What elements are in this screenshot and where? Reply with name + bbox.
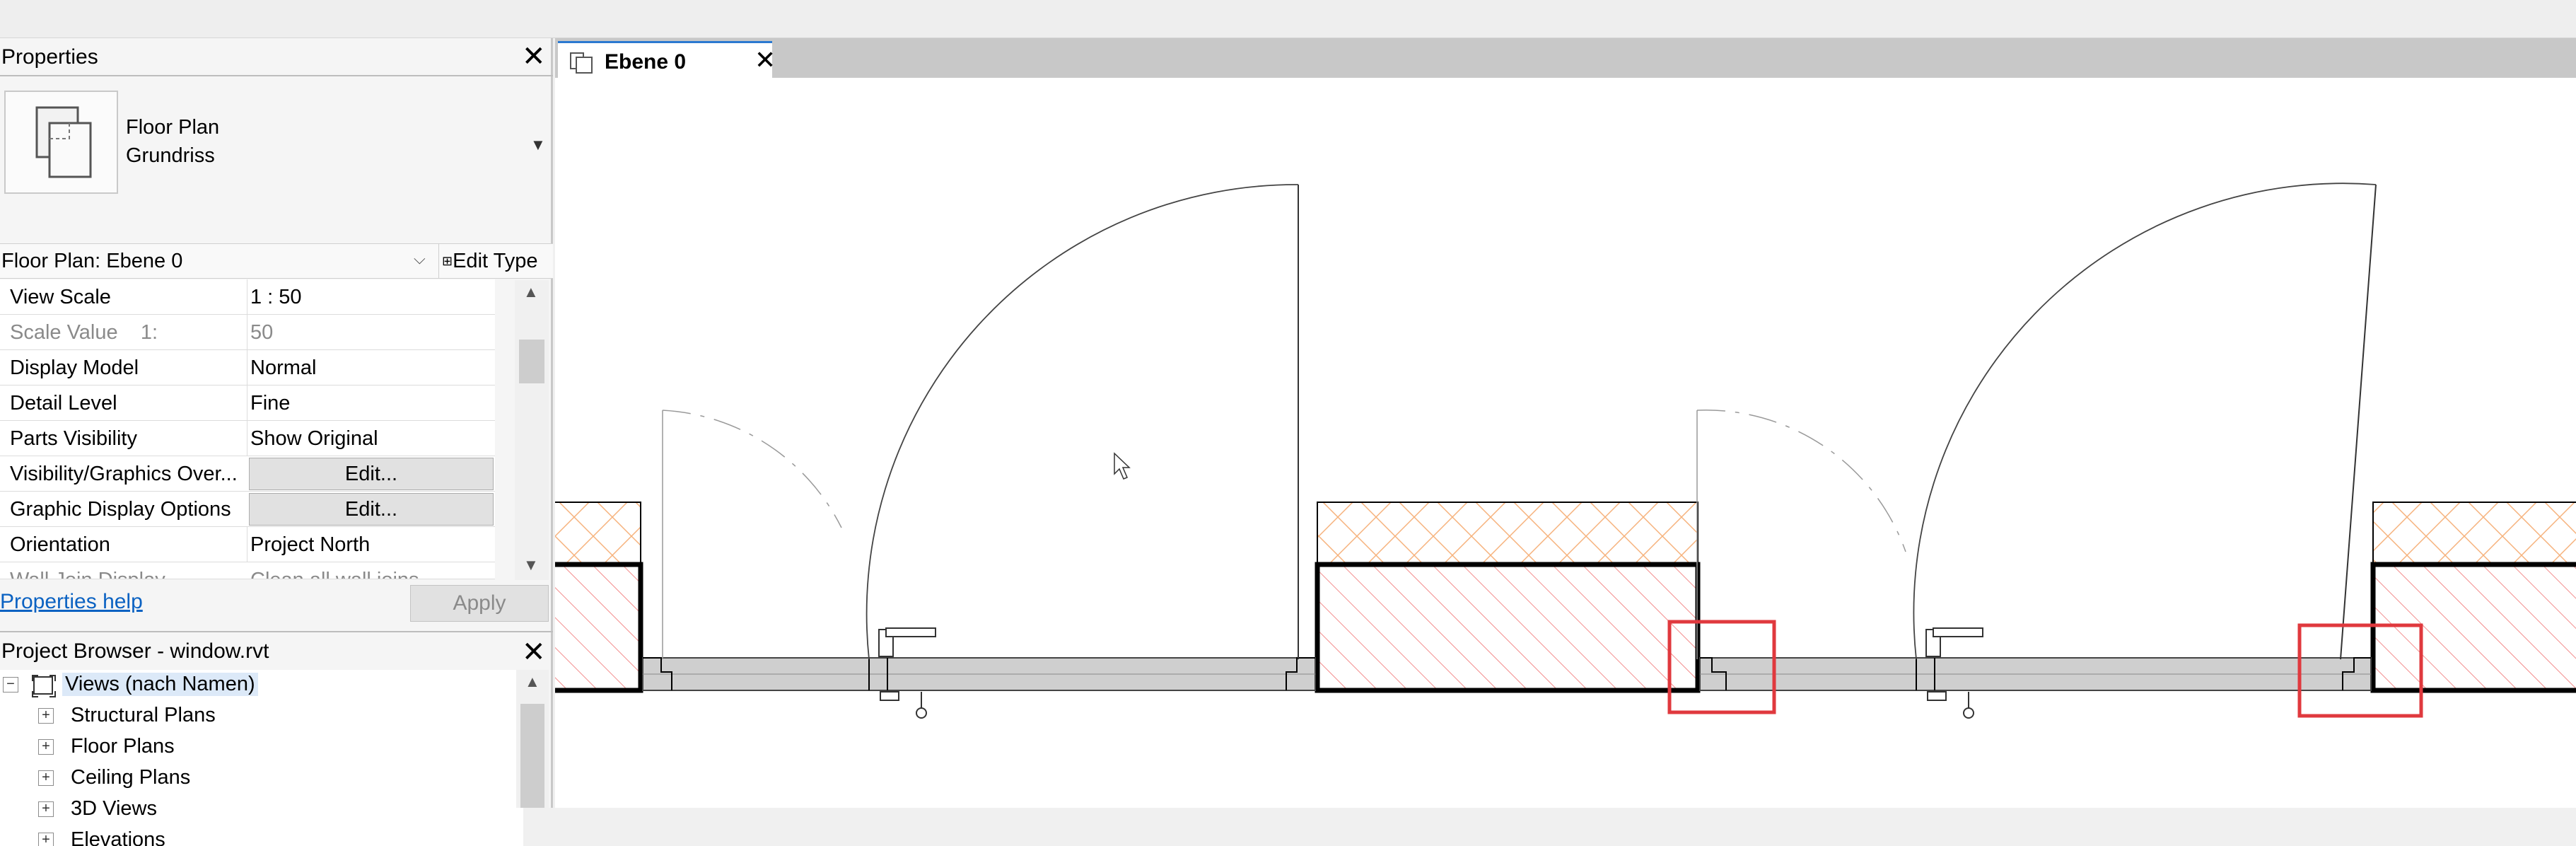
property-row-wall-join-display[interactable]: Wall Join Display Clean all wall joins: [0, 562, 495, 579]
expand-icon[interactable]: +: [38, 801, 54, 817]
type-dropdown-arrow-icon[interactable]: ▼: [530, 136, 546, 154]
property-value[interactable]: 1 : 50: [250, 286, 302, 309]
tree-item-floor-plans[interactable]: Floor Plans: [71, 735, 175, 758]
scroll-thumb[interactable]: [520, 704, 544, 808]
edit-type-label: Edit Type: [453, 250, 538, 272]
property-row-parts-visibility[interactable]: Parts Visibility Show Original: [0, 421, 495, 456]
property-value[interactable]: Project North: [250, 533, 370, 557]
floor-plan-view-icon: [570, 52, 593, 74]
left-dock-panel: Properties ✕ Floor Plan Grundriss ▼ Floo…: [0, 38, 553, 846]
properties-close-icon[interactable]: ✕: [522, 42, 546, 71]
scroll-up-icon[interactable]: ▲: [525, 673, 540, 691]
door-element[interactable]: [1696, 182, 2377, 719]
tree-item-elevations[interactable]: Elevations: [71, 828, 165, 846]
property-row-orientation[interactable]: Orientation Project North: [0, 527, 495, 562]
property-name: Parts Visibility: [10, 427, 137, 450]
tree-root-views[interactable]: Views (nach Namen): [62, 673, 258, 696]
mouse-cursor-icon: [1114, 452, 1131, 480]
instance-selector[interactable]: Floor Plan: Ebene 0 ⌵ ⊞Edit Type: [0, 243, 553, 279]
property-name: Graphic Display Options: [10, 498, 231, 521]
view-tab-ebene-0[interactable]: Ebene 0 ✕: [558, 41, 776, 78]
door-element[interactable]: [642, 184, 1316, 719]
edit-type-icon: ⊞: [442, 254, 453, 268]
property-name: Detail Level: [10, 392, 117, 415]
property-value[interactable]: Normal: [250, 357, 316, 380]
type-family-name: Floor Plan: [126, 116, 220, 139]
type-selector-thumbnail[interactable]: [4, 91, 118, 194]
wall-segment[interactable]: [555, 502, 643, 693]
project-browser-close-icon[interactable]: ✕: [522, 638, 546, 666]
wall-segment[interactable]: [2370, 502, 2576, 693]
drawing-canvas-area: Ebene 0 ✕: [555, 38, 2576, 808]
graphic-display-edit-button[interactable]: Edit...: [249, 493, 494, 526]
instance-selector-label: Floor Plan: Ebene 0: [1, 250, 183, 272]
scroll-down-icon[interactable]: ▼: [523, 556, 539, 574]
property-row-visibility-graphics: Visibility/Graphics Over... Edit...: [0, 456, 495, 492]
views-root-icon: [32, 675, 56, 697]
properties-scrollbar[interactable]: ▲ ▼: [515, 280, 549, 580]
visibility-graphics-edit-button[interactable]: Edit...: [249, 458, 494, 490]
chevron-down-icon[interactable]: ⌵: [414, 250, 426, 268]
view-tab-close-icon[interactable]: ✕: [754, 46, 776, 74]
floor-plan-drawing[interactable]: [555, 78, 2576, 808]
edit-type-button[interactable]: ⊞Edit Type: [438, 244, 553, 278]
property-name: Display Model: [10, 357, 139, 379]
property-name: Scale Value 1:: [10, 321, 158, 344]
expand-icon[interactable]: +: [38, 708, 54, 724]
property-row-graphic-display-options: Graphic Display Options Edit...: [0, 492, 495, 527]
properties-panel-title: Properties: [1, 45, 98, 69]
divider: [0, 75, 553, 76]
scroll-up-icon[interactable]: ▲: [523, 283, 539, 301]
expand-icon[interactable]: +: [38, 833, 54, 846]
view-tab-strip: Ebene 0 ✕: [555, 38, 2576, 78]
expand-icon[interactable]: +: [38, 739, 54, 755]
collapse-icon[interactable]: −: [3, 677, 18, 693]
tree-item-structural-plans[interactable]: Structural Plans: [71, 704, 216, 727]
ribbon-top-bar: [0, 0, 2576, 38]
scroll-thumb[interactable]: [519, 340, 544, 383]
apply-button[interactable]: Apply: [410, 585, 549, 622]
property-value[interactable]: Clean all wall joins: [250, 569, 419, 579]
floor-plan-type-icon: [35, 106, 92, 178]
property-value: 50: [250, 321, 274, 344]
type-name: Grundriss: [126, 144, 215, 167]
expand-icon[interactable]: +: [38, 770, 54, 786]
project-browser-tree: − Views (nach Namen) + Structural Plans …: [0, 670, 523, 846]
property-value[interactable]: Show Original: [250, 427, 378, 451]
property-name: Visibility/Graphics Over...: [10, 463, 238, 485]
tree-item-ceiling-plans[interactable]: Ceiling Plans: [71, 766, 190, 789]
project-browser-scrollbar[interactable]: ▲: [516, 670, 549, 808]
property-name: View Scale: [10, 286, 111, 308]
view-tab-label: Ebene 0: [605, 50, 687, 74]
wall-segment[interactable]: [1315, 502, 1701, 693]
property-row-scale-value: Scale Value 1: 50: [0, 315, 495, 350]
property-name: Orientation: [10, 533, 110, 556]
property-row-detail-level[interactable]: Detail Level Fine: [0, 386, 495, 421]
properties-help-link[interactable]: Properties help: [0, 590, 143, 614]
property-value[interactable]: Fine: [250, 392, 290, 415]
property-name: Wall Join Display: [10, 569, 243, 579]
property-row-view-scale[interactable]: View Scale 1 : 50: [0, 279, 495, 315]
project-browser-title: Project Browser - window.rvt: [1, 639, 269, 663]
tree-item-3d-views[interactable]: 3D Views: [71, 797, 157, 821]
property-row-display-model[interactable]: Display Model Normal: [0, 350, 495, 386]
